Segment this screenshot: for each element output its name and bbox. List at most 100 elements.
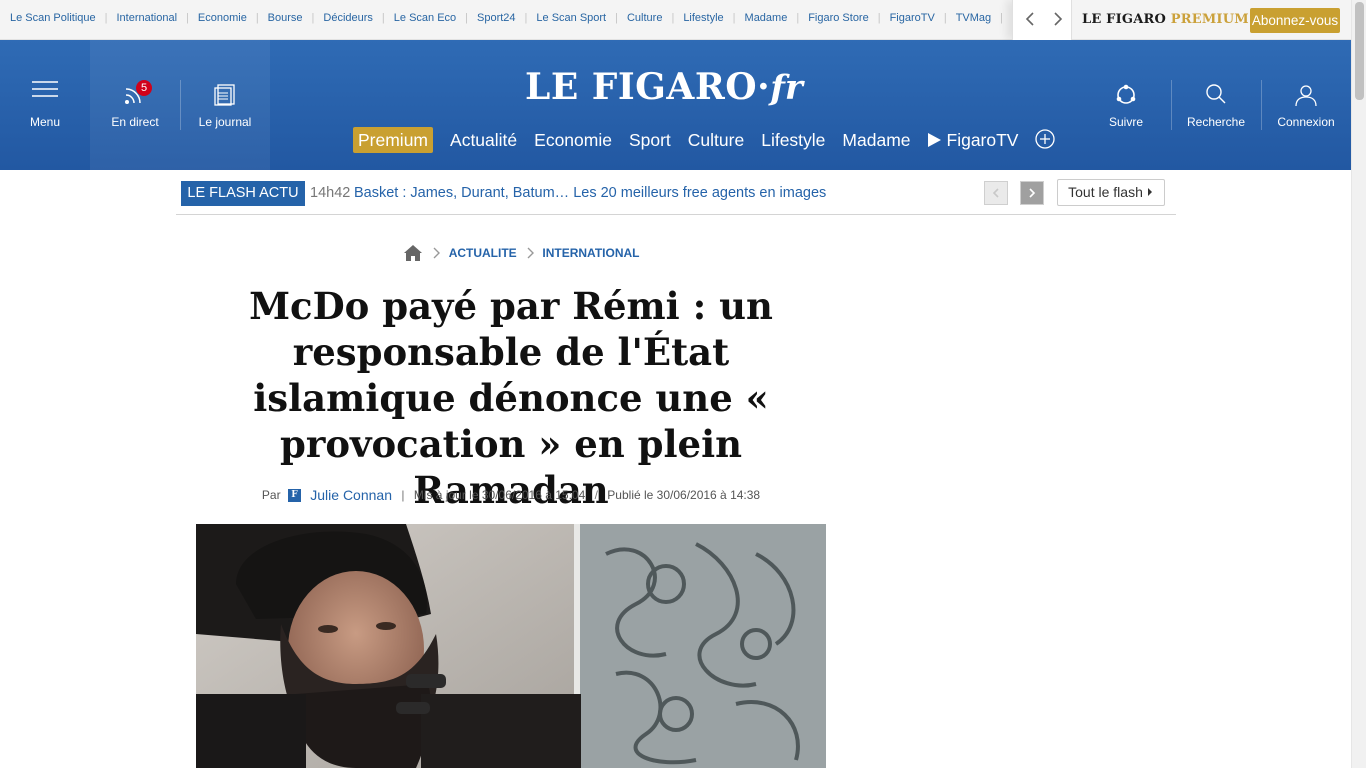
subscribe-button[interactable]: Abonnez-vous bbox=[1250, 8, 1340, 33]
all-flash-button[interactable]: Tout le flash bbox=[1057, 179, 1165, 206]
user-icon bbox=[1295, 85, 1317, 107]
top-link-separator: | bbox=[1000, 12, 1004, 24]
top-link-separator: | bbox=[255, 12, 259, 24]
top-link-separator: | bbox=[381, 12, 385, 24]
top-link-separator: | bbox=[671, 12, 675, 24]
live-count-badge: 5 bbox=[136, 80, 152, 96]
top-link-separator: | bbox=[104, 12, 108, 24]
main-nav: Premium Actualité Economie Sport Culture Life… bbox=[353, 127, 1056, 153]
scrollbar-thumb[interactable] bbox=[1355, 2, 1364, 100]
top-links-bar: Le Scan Politique | International | Economie… bbox=[0, 0, 1351, 40]
top-links-list: Le Scan Politique | International | Economie… bbox=[0, 0, 1012, 40]
updated-date: Mis à jour le 30/06/2016 à 15:04 bbox=[413, 488, 586, 502]
play-icon bbox=[927, 133, 941, 147]
article-byline: Par F Julie Connan | Mis à jour le 30/06… bbox=[196, 487, 826, 503]
flash-prev-button[interactable] bbox=[984, 181, 1008, 205]
live-label: En direct bbox=[111, 115, 159, 129]
top-link[interactable]: FigaroTV bbox=[890, 0, 935, 36]
flash-headline[interactable]: Basket : James, Durant, Batum… Les 20 me… bbox=[354, 185, 826, 201]
published-date: Publié le 30/06/2016 à 14:38 bbox=[607, 488, 761, 502]
follow-label: Suivre bbox=[1108, 115, 1143, 129]
nav-item-figarotv[interactable]: FigaroTV bbox=[927, 127, 1019, 153]
top-link[interactable]: Sport24 bbox=[477, 0, 516, 36]
top-link[interactable]: TVMag bbox=[956, 0, 991, 36]
nav-item-economie[interactable]: Economie bbox=[534, 127, 612, 153]
top-link[interactable]: Décideurs bbox=[323, 0, 373, 36]
logo-suffix: fr bbox=[770, 68, 803, 108]
login-button[interactable]: Connexion bbox=[1261, 40, 1351, 170]
byline-separator: | bbox=[401, 488, 405, 502]
top-link[interactable]: International bbox=[116, 0, 177, 36]
login-label: Connexion bbox=[1277, 115, 1335, 129]
site-logo[interactable]: LE FIGARO·fr bbox=[525, 66, 830, 116]
chevron-right-icon bbox=[433, 247, 441, 259]
top-link-separator: | bbox=[465, 12, 469, 24]
logo-dot: · bbox=[757, 66, 771, 108]
all-flash-label: Tout le flash bbox=[1068, 184, 1143, 200]
top-link[interactable]: Bourse bbox=[268, 0, 303, 36]
flash-tag[interactable]: LE FLASH ACTU bbox=[181, 181, 305, 206]
top-link[interactable]: Economie bbox=[198, 0, 247, 36]
journal-button[interactable]: Le journal bbox=[180, 40, 270, 170]
flash-bar: LE FLASH ACTU 14h42 Basket : James, Dura… bbox=[176, 170, 1176, 215]
nav-item-sport[interactable]: Sport bbox=[629, 127, 671, 153]
top-link-separator: | bbox=[186, 12, 189, 24]
chevron-right-icon bbox=[1029, 188, 1036, 198]
page: Le Scan Politique | International | Economie… bbox=[0, 0, 1366, 768]
top-link-separator: | bbox=[615, 12, 618, 24]
follow-button[interactable]: Suivre bbox=[1081, 40, 1171, 170]
top-link[interactable]: Culture bbox=[627, 0, 662, 36]
logo-main: LE FIGARO bbox=[525, 66, 758, 108]
top-links-arrows bbox=[1012, 0, 1072, 40]
menu-button[interactable]: Menu bbox=[0, 40, 90, 170]
search-button[interactable]: Recherche bbox=[1171, 40, 1261, 170]
home-icon[interactable] bbox=[403, 244, 423, 262]
premium-brand-name: LE FIGARO bbox=[1082, 12, 1167, 27]
breadcrumb-actualite[interactable]: ACTUALITE bbox=[449, 243, 517, 263]
top-link-separator: | bbox=[524, 12, 528, 24]
top-link-separator: | bbox=[732, 12, 736, 24]
live-button[interactable]: En direct bbox=[90, 40, 180, 170]
menu-label: Menu bbox=[29, 115, 61, 129]
premium-brand-word: PREMIUM bbox=[1170, 12, 1249, 27]
top-link-separator: | bbox=[796, 12, 800, 24]
top-link[interactable]: Le Scan Sport bbox=[536, 0, 606, 36]
top-link[interactable]: Lifestyle bbox=[683, 0, 723, 36]
top-link-separator: | bbox=[311, 12, 315, 24]
follow-icon bbox=[1116, 84, 1136, 104]
top-link-separator: | bbox=[943, 12, 947, 24]
search-icon bbox=[1206, 84, 1226, 104]
top-link[interactable]: Le Scan Eco bbox=[394, 0, 456, 36]
chevron-left-icon[interactable] bbox=[1022, 10, 1038, 28]
article-photo bbox=[196, 524, 826, 768]
author-link[interactable]: Julie Connan bbox=[310, 487, 392, 503]
breadcrumb: ACTUALITE INTERNATIONAL bbox=[403, 243, 639, 263]
nav-item-actualite[interactable]: Actualité bbox=[450, 127, 517, 153]
figaro-f-icon: F bbox=[287, 488, 301, 502]
article-title: McDo payé par Rémi : un responsable de l… bbox=[249, 284, 773, 512]
journal-label: Le journal bbox=[198, 115, 252, 129]
top-link[interactable]: Madame bbox=[745, 0, 788, 36]
chevron-right-icon[interactable] bbox=[1050, 10, 1066, 28]
nav-item-figarotv-label: FigaroTV bbox=[946, 130, 1019, 150]
newspaper-icon bbox=[214, 84, 235, 106]
page-scrollbar[interactable] bbox=[1351, 0, 1366, 768]
caret-right-icon bbox=[1147, 188, 1152, 196]
nav-item-culture[interactable]: Culture bbox=[688, 127, 744, 153]
nav-item-madame[interactable]: Madame bbox=[842, 127, 910, 153]
top-link[interactable]: Figaro Store bbox=[808, 0, 869, 36]
flash-next-button[interactable] bbox=[1020, 181, 1044, 205]
search-label: Recherche bbox=[1186, 115, 1246, 129]
nav-item-premium[interactable]: Premium bbox=[353, 127, 434, 153]
breadcrumb-international[interactable]: INTERNATIONAL bbox=[542, 243, 639, 263]
premium-brand[interactable]: LE FIGARO PREMIUM bbox=[1082, 12, 1249, 27]
chevron-right-icon bbox=[527, 247, 535, 259]
flash-time: 14h42 bbox=[310, 185, 351, 201]
plus-circle-icon[interactable] bbox=[1035, 129, 1056, 149]
top-link-separator: | bbox=[877, 12, 881, 24]
hamburger-icon bbox=[32, 81, 58, 97]
byline-prefix: Par bbox=[261, 488, 281, 502]
nav-item-lifestyle[interactable]: Lifestyle bbox=[761, 127, 825, 153]
article-image[interactable] bbox=[196, 524, 826, 768]
top-link[interactable]: Le Scan Politique bbox=[10, 0, 96, 36]
